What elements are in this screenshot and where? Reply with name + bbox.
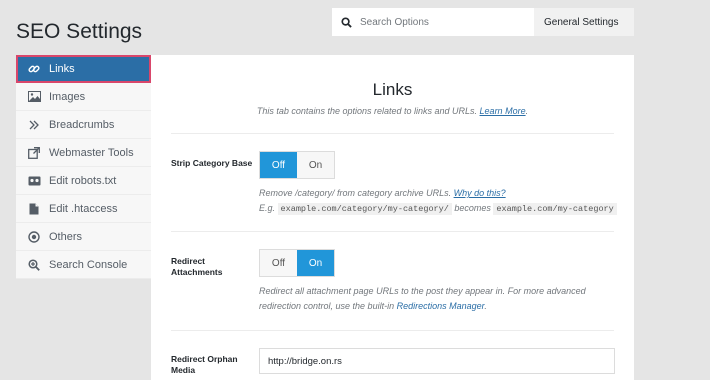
search-icon bbox=[332, 8, 360, 36]
image-icon bbox=[27, 90, 41, 104]
external-link-icon bbox=[27, 146, 41, 160]
redirections-manager-link[interactable]: Redirections Manager bbox=[397, 301, 485, 311]
sidebar-item-label: Links bbox=[49, 63, 75, 75]
strip-category-label: Strip Category Base bbox=[171, 158, 253, 168]
sidebar-item-label: Images bbox=[49, 90, 86, 103]
strip-category-on-option[interactable]: On bbox=[297, 152, 334, 178]
divider bbox=[171, 330, 614, 331]
sidebar-item-breadcrumbs[interactable]: Breadcrumbs bbox=[16, 111, 151, 139]
why-do-this-link[interactable]: Why do this? bbox=[454, 188, 506, 198]
code-example-before: example.com/category/my-category/ bbox=[277, 203, 452, 215]
sidebar-item-label: Edit .htaccess bbox=[49, 202, 118, 215]
code-example-after: example.com/my-category bbox=[493, 203, 617, 215]
redirect-orphan-url-input[interactable]: http://bridge.on.rs bbox=[259, 348, 615, 374]
sidebar-item-htaccess[interactable]: Edit .htaccess bbox=[16, 195, 151, 223]
sidebar-item-label: Webmaster Tools bbox=[49, 146, 134, 159]
divider bbox=[171, 133, 614, 134]
redirect-attachments-label: Redirect Attachments bbox=[171, 256, 223, 277]
strip-category-toggle[interactable]: Off On bbox=[259, 151, 335, 179]
sidebar: Links Images Breadcrumbs Webmaster Tools… bbox=[16, 55, 151, 279]
search-plus-icon bbox=[27, 258, 41, 272]
chevrons-right-icon bbox=[27, 118, 41, 132]
panel-subtitle: This tab contains the options related to… bbox=[256, 106, 529, 116]
sidebar-item-label: Search Console bbox=[49, 258, 128, 271]
sidebar-item-images[interactable]: Images bbox=[16, 83, 151, 111]
redirect-attachments-on-option[interactable]: On bbox=[297, 250, 334, 276]
sidebar-item-label: Others bbox=[49, 230, 83, 243]
search-input[interactable] bbox=[360, 16, 530, 28]
sidebar-item-others[interactable]: Others bbox=[16, 223, 151, 251]
sidebar-item-label: Breadcrumbs bbox=[49, 118, 115, 131]
redirect-attachments-toggle[interactable]: Off On bbox=[259, 249, 335, 277]
sidebar-item-robots[interactable]: Edit robots.txt bbox=[16, 167, 151, 195]
general-settings-button[interactable]: General Settings bbox=[534, 8, 634, 36]
redirect-attachments-off-option[interactable]: Off bbox=[260, 250, 297, 276]
redirect-orphan-label: Redirect Orphan Media bbox=[171, 354, 238, 375]
page-title: SEO Settings bbox=[16, 20, 143, 43]
strip-category-description: Remove /category/ from category archive … bbox=[259, 186, 617, 217]
robot-icon bbox=[27, 174, 41, 188]
file-icon bbox=[27, 202, 41, 216]
dot-circle-icon bbox=[27, 230, 41, 244]
link-icon bbox=[27, 62, 41, 76]
learn-more-link[interactable]: Learn More bbox=[480, 106, 526, 116]
sidebar-item-webmaster-tools[interactable]: Webmaster Tools bbox=[16, 139, 151, 167]
panel-title: Links bbox=[372, 80, 413, 99]
sidebar-item-search-console[interactable]: Search Console bbox=[16, 251, 151, 279]
links-panel: Links This tab contains the options rela… bbox=[151, 55, 634, 380]
sidebar-item-label: Edit robots.txt bbox=[49, 174, 117, 187]
strip-category-off-option[interactable]: Off bbox=[260, 152, 297, 178]
search-bar[interactable] bbox=[332, 8, 534, 36]
divider bbox=[171, 231, 614, 232]
redirect-attachments-description: Redirect all attachment page URLs to the… bbox=[259, 286, 586, 311]
sidebar-item-links[interactable]: Links bbox=[16, 55, 151, 83]
